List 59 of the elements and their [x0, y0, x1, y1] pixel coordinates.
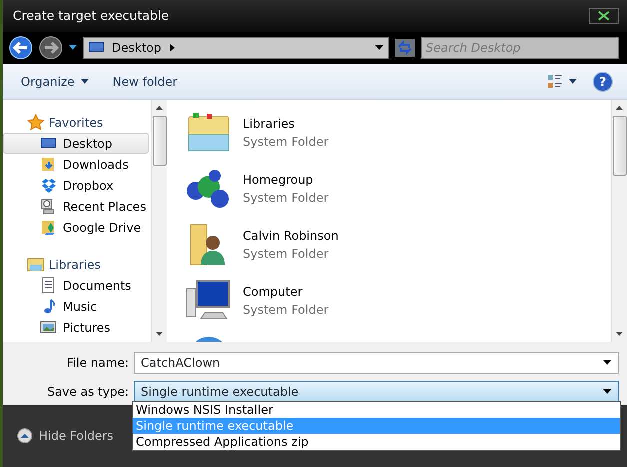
address-bar[interactable]: Desktop	[83, 37, 389, 59]
search-field[interactable]: Search Desktop	[421, 37, 619, 59]
file-type-dropdown[interactable]: Single runtime executable	[134, 380, 619, 402]
scrollbar[interactable]	[151, 100, 167, 342]
close-button[interactable]	[589, 8, 619, 24]
file-type: System Folder	[243, 190, 329, 207]
scrollbar-thumb[interactable]	[612, 116, 626, 176]
sidebar-item[interactable]: Documents	[3, 275, 149, 296]
sidebar-item[interactable]: Dropbox	[3, 175, 149, 196]
sidebar-item[interactable]: Music	[3, 296, 149, 317]
scroll-down-icon	[156, 332, 163, 336]
file-type: System Folder	[243, 246, 330, 263]
library-folder-icon	[27, 256, 45, 274]
caret-icon	[69, 45, 77, 51]
file-type: System Folder	[243, 302, 329, 319]
collapse-up-icon	[17, 428, 33, 444]
scrollbar[interactable]	[611, 100, 627, 342]
caret-icon	[569, 79, 577, 84]
location-text: Desktop	[112, 39, 174, 57]
refresh-button[interactable]	[395, 39, 415, 57]
view-list-icon	[547, 74, 563, 90]
file-name-field[interactable]: CatchAClown	[134, 352, 619, 374]
dropbox-icon	[40, 176, 58, 194]
menu-button[interactable]: Organize	[13, 70, 97, 94]
scrollbar-thumb[interactable]	[152, 116, 166, 166]
scroll-up-icon	[156, 106, 163, 110]
star-icon	[27, 114, 45, 132]
forward-button[interactable]	[39, 36, 63, 60]
sidebar-item[interactable]: Downloads	[3, 154, 149, 175]
caret-icon	[603, 388, 612, 394]
sidebar-item[interactable]: Recent Places	[3, 196, 149, 217]
sidebar-item[interactable]: Pictures	[3, 317, 149, 338]
help-button[interactable]: ?	[593, 72, 613, 92]
chevron-right-icon	[170, 44, 174, 52]
hide-folders-button[interactable]: Hide Folders	[17, 427, 114, 445]
folder-drive-icon	[40, 218, 58, 236]
back-button[interactable]	[9, 36, 33, 60]
close-icon	[598, 11, 610, 21]
dropdown-option[interactable]: Compressed Applications zip	[133, 434, 620, 450]
field-label: File name:	[66, 354, 129, 372]
sidebar-heading[interactable]: Favorites	[49, 114, 104, 132]
file-name[interactable]: Calvin Robinson	[243, 227, 339, 245]
caret-icon	[80, 79, 89, 84]
toolbar-button[interactable]: New folder	[104, 70, 186, 94]
scroll-down-icon	[616, 332, 623, 336]
file-name[interactable]: Homegroup	[243, 171, 329, 189]
sidebar-item[interactable]: Desktop	[3, 133, 149, 154]
file-name[interactable]: Computer	[243, 283, 329, 301]
file-name[interactable]: Libraries	[243, 115, 329, 133]
caret-icon	[375, 45, 384, 51]
sidebar-heading[interactable]: Libraries	[49, 256, 101, 274]
picture-icon	[40, 318, 58, 336]
field-label: Save as type:	[46, 384, 129, 400]
caret-icon	[603, 360, 612, 366]
window-title: Create target executable	[13, 6, 170, 25]
sidebar-item[interactable]: Google Drive	[3, 217, 149, 238]
dropdown-option[interactable]: Windows NSIS Installer	[133, 402, 620, 418]
scroll-up-icon	[616, 106, 623, 110]
file-type: System Folder	[243, 134, 329, 151]
